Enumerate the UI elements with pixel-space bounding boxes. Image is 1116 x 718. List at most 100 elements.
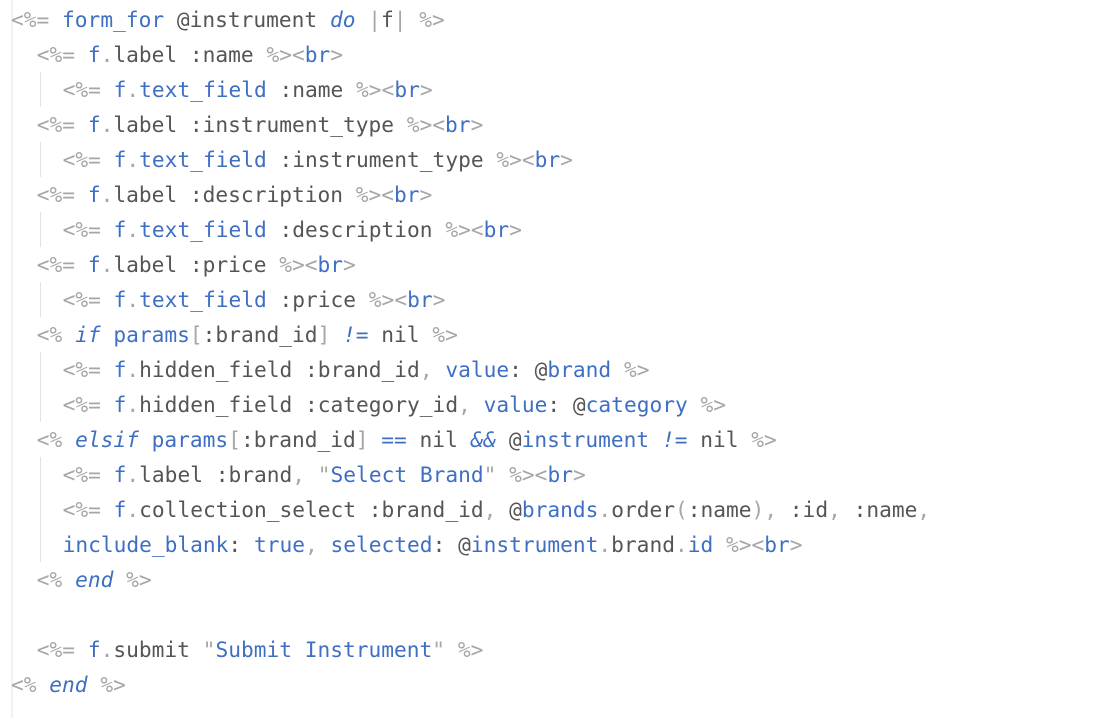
code-token: < <box>751 532 765 558</box>
code-token: <%= <box>62 146 101 172</box>
code-token: [ <box>189 321 203 347</box>
indent-guide <box>39 281 41 317</box>
code-line: <%= f.hidden_field :brand_id, value: @br… <box>39 352 649 387</box>
code-token: " <box>202 637 216 663</box>
code-token: f <box>113 76 127 102</box>
code-line: <% if params[:brand_id] != nil %> <box>37 317 458 352</box>
code-token: label :price <box>113 251 280 277</box>
code-token: > <box>432 286 446 312</box>
code-token: br <box>445 111 471 137</box>
indent-gutter <box>11 0 13 718</box>
code-token: label :instrument_type <box>113 111 407 137</box>
code-token: do <box>329 6 356 32</box>
code-line: <%= f.text_field :price %><br> <box>39 281 446 317</box>
code-token: < <box>470 216 484 242</box>
code-token: submit <box>113 637 203 663</box>
code-token: br <box>394 181 420 207</box>
code-token: . <box>126 76 140 102</box>
code-line: <%= f.hidden_field :category_id, value: … <box>39 387 727 423</box>
code-token: <% <box>36 321 63 347</box>
code-token: :brand_id <box>240 427 356 453</box>
code-token: > <box>789 532 803 558</box>
code-token: < <box>381 76 395 102</box>
code-token: : @ <box>509 357 548 382</box>
indent-guide <box>39 457 41 493</box>
code-token: :brand_id <box>202 321 318 347</box>
code-token: > <box>509 216 522 242</box>
code-token: br <box>317 251 343 277</box>
code-token: ) <box>751 497 765 523</box>
code-token: ] <box>317 321 331 347</box>
code-token: . <box>126 146 140 172</box>
code-token: %> <box>419 6 445 32</box>
code-token: : @ <box>432 532 471 558</box>
code-line: <%= f.label :description %><br> <box>37 177 433 212</box>
code-token: | <box>368 6 381 32</box>
code-line: <% end %> <box>37 562 152 597</box>
code-token: category <box>585 392 688 418</box>
code-token: <%= <box>36 111 76 137</box>
code-token: %> <box>406 111 433 137</box>
code-line: include_blank: true, selected: @instrume… <box>39 527 803 563</box>
code-token: <%= <box>36 181 76 207</box>
code-token: %> <box>100 672 126 698</box>
indent-guide <box>39 71 41 107</box>
code-token: > <box>343 251 356 277</box>
code-token: , <box>458 392 471 418</box>
code-line: <% elsif params[:brand_id] == nil && @in… <box>37 422 777 457</box>
code-token: : @ <box>547 392 586 418</box>
code-token: f <box>113 146 127 172</box>
code-token: order <box>611 497 675 523</box>
code-token: <% <box>36 567 63 593</box>
code-token: %> <box>496 146 522 172</box>
code-token: Submit Instrument <box>215 637 433 663</box>
code-token: . <box>100 251 114 277</box>
code-token: < <box>381 181 395 207</box>
code-token: f <box>113 497 127 523</box>
code-token: < <box>304 251 318 277</box>
code-token: > <box>330 41 344 67</box>
code-token: :instrument_type <box>266 146 497 172</box>
code-token: <%= <box>62 497 101 523</box>
code-token: > <box>419 181 433 207</box>
code-token: hidden_field :category_id <box>139 392 459 418</box>
code-line: <%= f.text_field :description %><br> <box>39 211 522 247</box>
code-token: %> <box>700 392 727 418</box>
code-token: [ <box>228 427 241 453</box>
code-token: id <box>687 532 714 558</box>
code-token: . <box>126 286 140 312</box>
code-token: :id <box>777 497 829 523</box>
code-token: > <box>419 76 433 102</box>
code-editor[interactable]: <%= form_for @instrument do |f| %> <%= f.… <box>0 0 1116 718</box>
code-token: text_field <box>139 216 267 242</box>
code-token: label :description <box>113 181 356 207</box>
code-token: . <box>126 216 140 242</box>
code-token: label :brand <box>139 462 293 488</box>
code-token: <%= <box>62 286 101 312</box>
code-token: value <box>483 392 548 418</box>
code-token: include_blank <box>62 532 229 558</box>
code-token: %> <box>126 567 152 593</box>
code-token: <%= <box>36 41 76 67</box>
code-line: <%= f.text_field :instrument_type %><br> <box>39 141 573 177</box>
